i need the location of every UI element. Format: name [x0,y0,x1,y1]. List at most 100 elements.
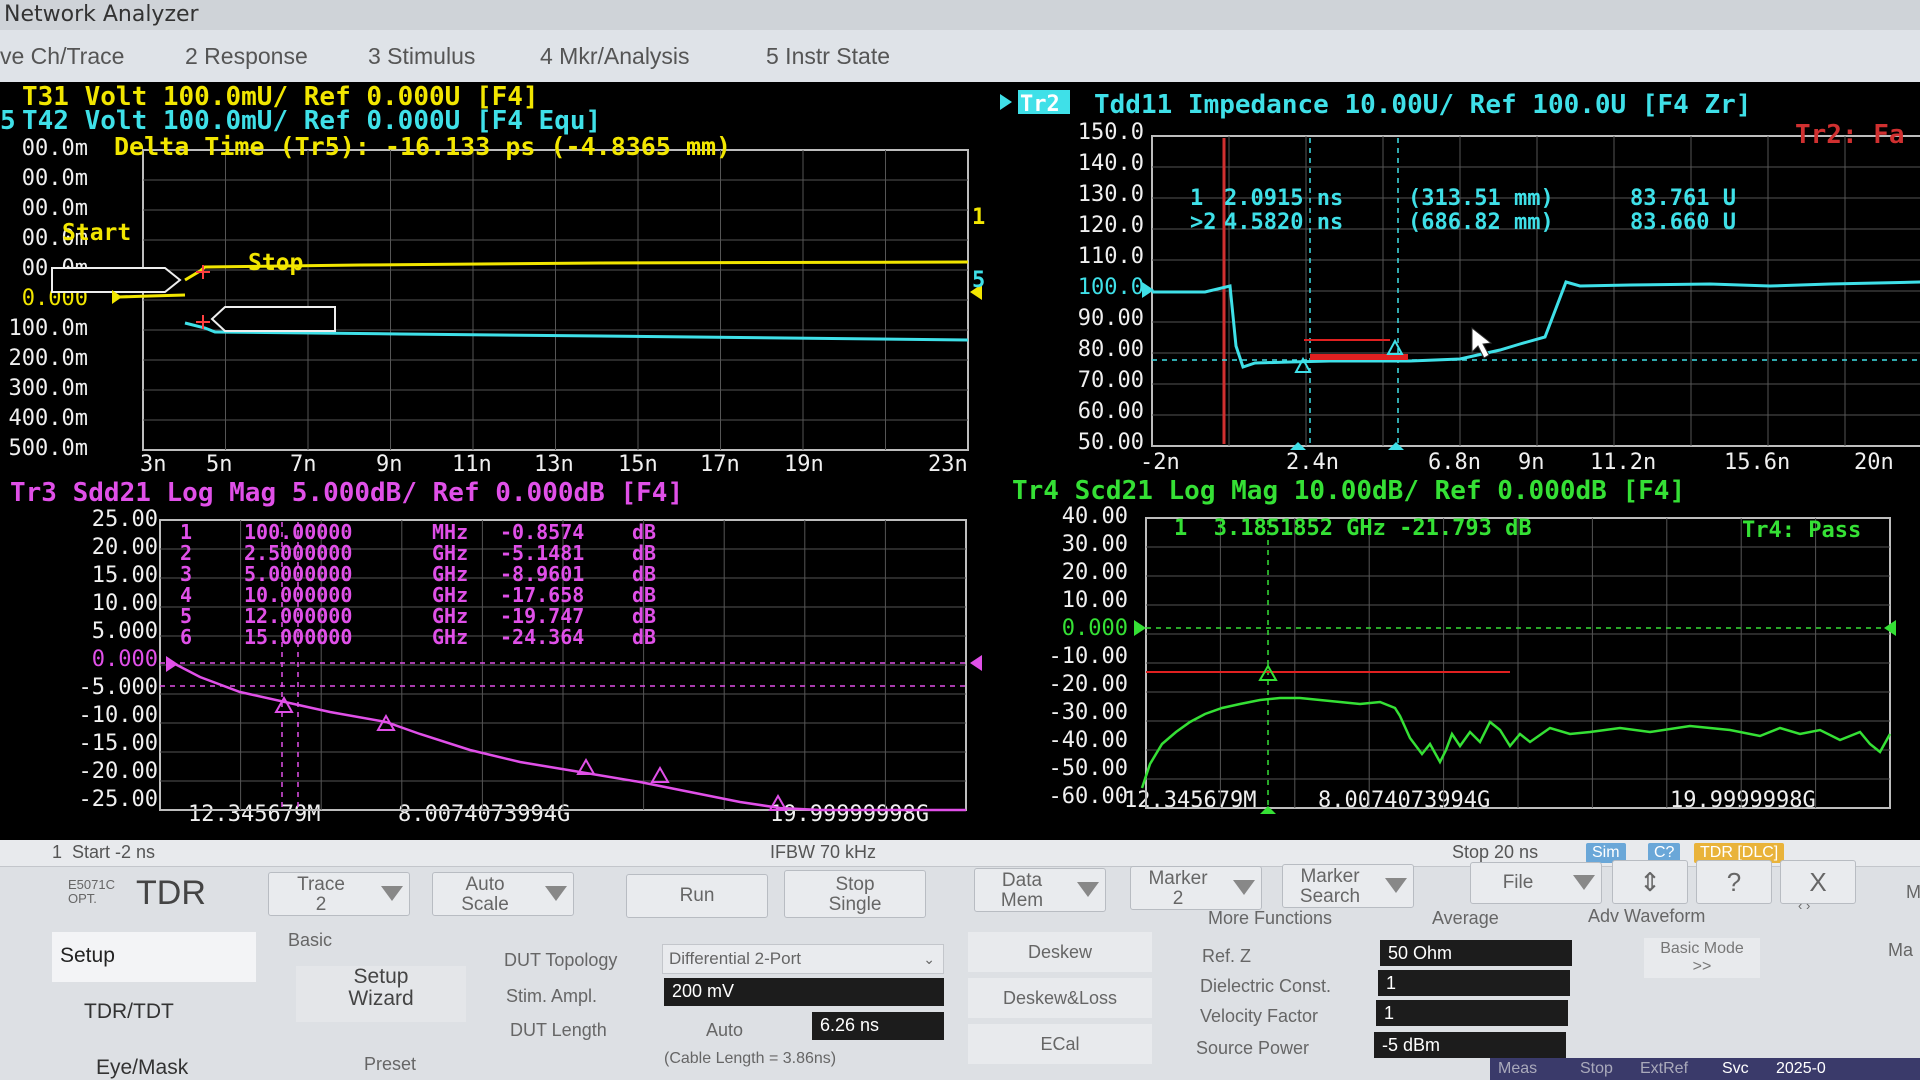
ch3-plot [159,519,982,812]
basic-mode-arrow: >> [1692,958,1712,975]
model-option: OPT. [68,891,97,906]
tab-scroll-arrows[interactable]: ‹ › [1798,898,1810,913]
menu-response[interactable]: 2 Response [185,43,308,70]
footer-extref: ExtRef [1640,1060,1689,1077]
ref-z-label: Ref. Z [1202,946,1252,966]
autoscale-button-label2: Scale [461,894,509,915]
nav-tdr-tdt[interactable]: TDR/TDT [84,1000,264,1024]
stim-ampl-field[interactable]: 200 mV [664,978,944,1006]
trace-button-label: Trace [297,874,345,895]
adv-waveform-tab[interactable]: Adv Waveform [1588,906,1705,927]
ch4-marker-readout: 1 3.1851852 GHz -21.793 dB [1174,516,1532,541]
footer-status-bar: Meas Stop ExtRef Svc 2025-0 [1490,1058,1920,1080]
right-edge-m: M [1906,882,1920,902]
basic-mode-button[interactable]: Basic Mode >> [1644,938,1760,978]
ch3-marker-vunit: dB [632,625,657,649]
average-tab[interactable]: Average [1432,908,1499,929]
deskew-button[interactable]: Deskew [968,932,1152,972]
basic-section-label: Basic [288,930,333,950]
menu-instr-state[interactable]: 5 Instr State [766,43,890,70]
ch3-marker-freq: 15.000000 [244,625,353,649]
close-button[interactable]: X [1780,860,1856,904]
trace-button-value: 2 [315,894,327,915]
trace-button[interactable]: Trace 2 [268,872,410,916]
dut-length-label: DUT Length [510,1020,607,1040]
dut-topology-label: DUT Topology [504,950,618,970]
data-mem-button[interactable]: Data Mem [974,868,1106,912]
ch4-trace-scd21 [1140,696,1892,789]
footer-date: 2025-0 [1776,1060,1826,1077]
ch4-plot [1134,517,1896,814]
tdr-logo: TDR [136,874,206,912]
ecal-button[interactable]: ECal [968,1024,1152,1064]
ref-z-field[interactable]: 50 Ohm [1380,940,1572,966]
up-down-arrow-icon: ⇕ [1639,867,1661,897]
source-power-label: Source Power [1196,1038,1310,1058]
dielectric-const-field[interactable]: 1 [1378,970,1570,996]
menu-stimulus[interactable]: 3 Stimulus [368,43,475,70]
file-button[interactable]: File [1470,862,1602,904]
marker-search-label: Marker [1300,866,1360,887]
setup-wizard-button[interactable]: Setup Wizard [296,966,466,1022]
data-mem-label2: Mem [1000,890,1044,911]
chevron-down-icon [381,886,403,901]
model-label: E5071C OPT. [68,878,115,906]
model-number: E5071C [68,877,115,892]
dut-length-field[interactable]: 6.26 ns [812,1012,944,1040]
ch4-pass-indicator: Tr4: Pass [1742,518,1862,543]
dut-topology-select[interactable]: Differential 2-Port ⌄ [662,944,944,974]
footer-stop: Stop [1580,1060,1613,1077]
help-button[interactable]: ? [1696,860,1772,904]
marker-value: 2 [1172,888,1184,909]
footer-meas: Meas [1498,1060,1538,1077]
deskew-loss-button[interactable]: Deskew&Loss [968,978,1152,1018]
network-analyzer-app: Network Analyzer ve Ch/Trace 2 Response … [0,0,1920,1080]
chevron-down-icon [1077,882,1099,897]
status-stop: Stop 20 ns [1452,842,1539,862]
chevron-down-icon [1385,878,1407,893]
autoscale-button[interactable]: Auto Scale [432,872,574,916]
source-power-field[interactable]: -5 dBm [1374,1032,1566,1058]
right-edge-ma: Ma [1888,940,1914,960]
marker-label: Marker [1148,868,1208,889]
measurement-display: T31 Volt 100.0mU/ Ref 0.000U [F4] 5 T42 … [0,82,1920,840]
chevron-down-icon [1573,875,1595,890]
cable-length-note: (Cable Length = 3.86ns) [664,1050,837,1067]
menu-bar: ve Ch/Trace 2 Response 3 Stimulus 4 Mkr/… [0,30,1920,82]
run-button[interactable]: Run [626,874,768,918]
menu-ch-trace[interactable]: ve Ch/Trace [0,43,124,70]
chevron-down-icon [1233,880,1255,895]
dut-length-auto[interactable]: Auto [706,1020,743,1041]
data-mem-label: Data [1001,870,1043,891]
status-ifbw: IFBW 70 kHz [770,842,877,862]
stop-single-button[interactable]: Stop Single [784,870,926,918]
marker-button[interactable]: Marker 2 [1130,866,1262,910]
setup-wizard-label: Setup [353,965,409,988]
chevron-down-icon [545,886,567,901]
stop-single-label: Stop [835,874,875,895]
ch3-marker-unit: GHz [432,625,469,649]
control-panel: 1 Start -2 ns IFBW 70 kHz Stop 20 ns Sim… [0,840,1920,1080]
setup-wizard-label2: Wizard [348,987,414,1010]
velocity-factor-label: Velocity Factor [1200,1006,1319,1026]
marker-search-label2: Search [1299,886,1361,907]
nav-eye-mask[interactable]: Eye/Mask [96,1056,276,1080]
status-start: 1 Start -2 ns [52,842,156,862]
preset-button[interactable]: Preset [364,1054,416,1075]
footer-svc: Svc [1722,1060,1749,1077]
chevron-down-icon: ⌄ [923,951,935,967]
more-functions-tab[interactable]: More Functions [1208,908,1332,929]
velocity-factor-field[interactable]: 1 [1376,1000,1568,1026]
ch3-marker-value: -24.364 [500,625,585,649]
nav-setup[interactable]: Setup [60,944,240,968]
dielectric-const-label: Dielectric Const. [1200,976,1332,996]
basic-mode-label: Basic Mode [1660,940,1744,957]
autoscale-button-label: Auto [465,874,505,895]
dut-topology-value: Differential 2-Port [669,949,801,968]
ch3-marker-id: 6 [180,625,193,649]
marker-search-button[interactable]: Marker Search [1282,864,1414,908]
ch3-ref-left-arrow [166,656,178,672]
stim-ampl-label: Stim. Ampl. [506,986,598,1006]
move-panel-button[interactable]: ⇕ [1612,860,1688,904]
menu-mkr-analysis[interactable]: 4 Mkr/Analysis [540,43,690,70]
